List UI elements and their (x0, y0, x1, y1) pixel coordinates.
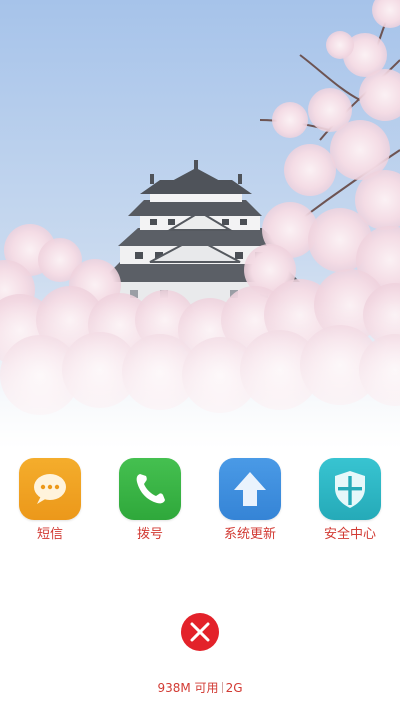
app-dialer[interactable]: 拨号 (100, 458, 200, 548)
app-messages[interactable]: 短信 (0, 458, 100, 548)
app-label-messages: 短信 (36, 527, 63, 542)
clear-all-button[interactable] (181, 613, 219, 651)
app-security-center[interactable]: 安全中心 (300, 458, 400, 548)
message-bubble-icon (19, 458, 81, 520)
recent-apps-row: 短信 拨号 系统更新 安全中心 (0, 458, 400, 548)
phone-handset-icon (119, 458, 181, 520)
network-type-text: 2G (225, 681, 243, 695)
wallpaper-image (0, 0, 400, 450)
app-label-dialer: 拨号 (136, 527, 163, 542)
app-label-security-center: 安全中心 (323, 527, 376, 542)
memory-status: 938M 可用 2G (0, 680, 400, 696)
available-memory-text: 938M 可用 (157, 681, 219, 695)
app-label-system-update: 系统更新 (223, 527, 276, 542)
close-x-icon (190, 622, 210, 642)
update-arrow-icon (219, 458, 281, 520)
shield-icon (319, 458, 381, 520)
status-divider (221, 682, 223, 693)
castle-cherry-blossom-scene (0, 0, 400, 450)
app-system-update[interactable]: 系统更新 (200, 458, 300, 548)
